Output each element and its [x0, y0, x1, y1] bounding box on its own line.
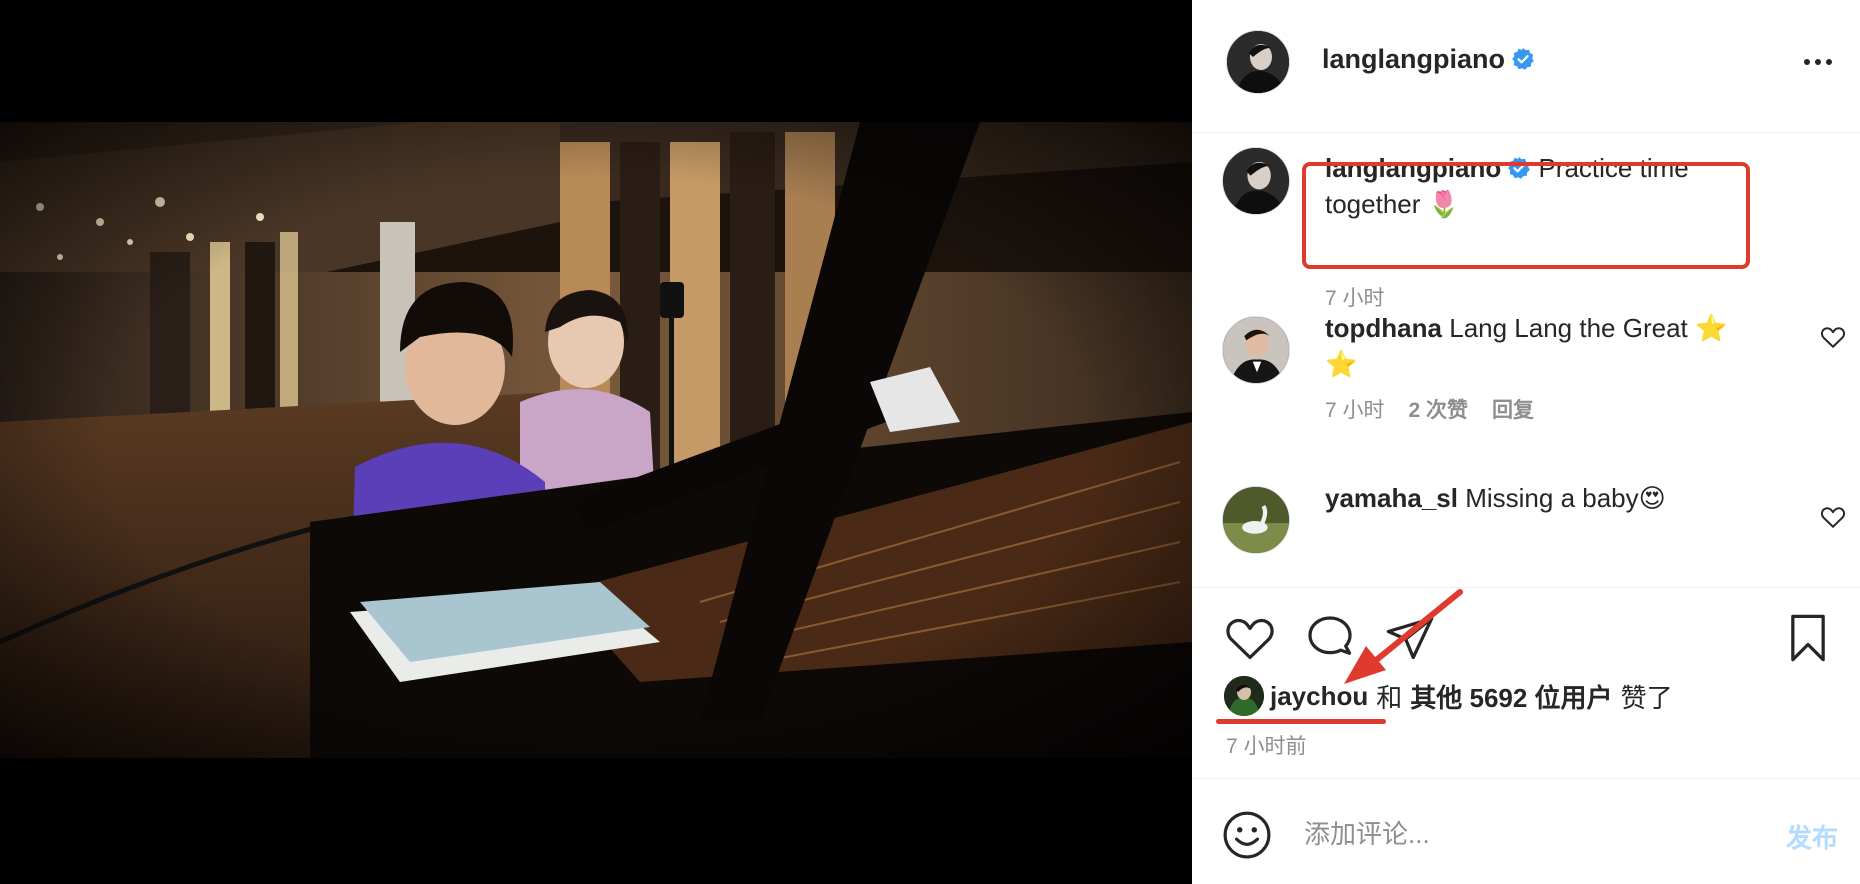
comment-text: topdhana Lang Lang the Great ⭐ ⭐	[1325, 310, 1765, 382]
like-heart-icon[interactable]	[1224, 612, 1276, 664]
like-comment-heart-icon[interactable]	[1820, 504, 1846, 530]
comments-list[interactable]: langlangpiano Practice time together 🌷 7…	[1192, 134, 1860, 586]
comment-meta: 7 小时 2 次赞 回复	[1325, 394, 1534, 424]
liked-by-username[interactable]: jaychou	[1270, 681, 1368, 712]
avatar-image	[1223, 317, 1289, 383]
avatar-image	[1223, 148, 1289, 214]
piano-studio-photo	[0, 122, 1192, 758]
post-actions: jaychou 和 其他 5692 位用户 赞了 7 小时前	[1192, 587, 1860, 779]
avatar-image	[1227, 31, 1289, 93]
comment-input[interactable]	[1304, 810, 1744, 858]
post-comment-button[interactable]: 发布	[1786, 818, 1838, 855]
comment-username[interactable]: yamaha_sl	[1325, 483, 1458, 513]
comment-likes[interactable]: 2 次赞	[1409, 394, 1469, 424]
liked-by-summary: jaychou 和 其他 5692 位用户 赞了	[1224, 676, 1673, 716]
liked-by-suffix: 赞了	[1620, 682, 1673, 713]
media-viewer	[0, 0, 1192, 884]
comment-username[interactable]: topdhana	[1325, 313, 1442, 343]
header-username-text[interactable]: langlangpiano	[1322, 44, 1505, 74]
caption-comment: langlangpiano Practice time together 🌷 7…	[1192, 134, 1860, 310]
avatar-image	[1223, 487, 1289, 553]
add-comment-bar: 发布	[1192, 780, 1860, 884]
share-paper-plane-icon[interactable]	[1384, 612, 1436, 664]
post-timestamp[interactable]: 7 小时前	[1226, 730, 1307, 760]
emoji-smiley-icon[interactable]	[1222, 810, 1272, 860]
comment-bubble-icon[interactable]	[1304, 612, 1356, 664]
liked-by-others[interactable]: 其他 5692 位用户	[1410, 678, 1612, 715]
save-bookmark-icon[interactable]	[1782, 612, 1834, 664]
like-comment-heart-icon[interactable]	[1820, 324, 1846, 350]
avatar[interactable]	[1224, 676, 1264, 716]
reply-button[interactable]: 回复	[1492, 394, 1534, 424]
more-options-button[interactable]	[1798, 48, 1838, 76]
avatar[interactable]	[1226, 30, 1290, 94]
comment-body: Missing a baby😍	[1465, 483, 1666, 513]
comment-time[interactable]: 7 小时	[1325, 394, 1385, 424]
avatar-image	[1224, 676, 1264, 716]
comment-item: topdhana Lang Lang the Great ⭐ ⭐	[1192, 294, 1860, 464]
dot-icon	[1826, 59, 1832, 65]
comment-text: yamaha_sl Missing a baby😍	[1325, 480, 1765, 516]
dot-icon	[1815, 59, 1821, 65]
post-side-panel: langlangpiano langlangpiano Practice tim…	[1192, 0, 1860, 884]
post-photo	[0, 122, 1192, 758]
annotation-highlight-box	[1302, 162, 1750, 269]
avatar[interactable]	[1222, 486, 1290, 554]
verified-badge-icon	[1512, 48, 1534, 70]
avatar[interactable]	[1222, 316, 1290, 384]
post-header: langlangpiano	[1192, 0, 1860, 133]
avatar[interactable]	[1222, 147, 1290, 215]
dot-icon	[1804, 59, 1810, 65]
comment-item: yamaha_sl Missing a baby😍	[1192, 464, 1860, 586]
liked-by-conj: 和	[1376, 682, 1403, 713]
annotation-underline	[1216, 719, 1386, 724]
header-username[interactable]: langlangpiano	[1322, 44, 1535, 75]
